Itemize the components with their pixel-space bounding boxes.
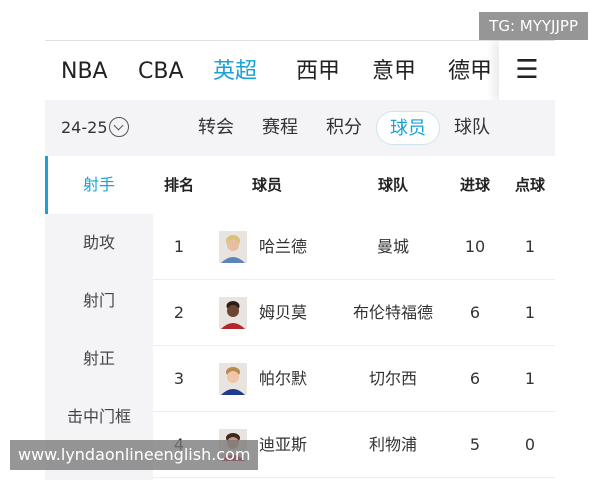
team-cell: 布伦特福德 xyxy=(352,303,433,322)
rank-cell: 2 xyxy=(173,303,185,322)
app-frame: NBA CBA 英超 西甲 意甲 德甲 ☰ 24-25 转会 赛程 积分 球员 … xyxy=(45,40,555,480)
header-player: 球员 xyxy=(251,176,282,194)
player-name[interactable]: 迪亚斯 xyxy=(259,412,307,478)
goals-cell: 6 xyxy=(469,303,481,322)
team-cell: 曼城 xyxy=(376,237,409,256)
stat-category-sidebar: 射手 助攻 射门 射正 击中门框 xyxy=(45,156,153,480)
tab-serie-a[interactable]: 意甲 xyxy=(372,41,416,101)
team-cell: 利物浦 xyxy=(368,435,417,454)
tab-nba[interactable]: NBA xyxy=(61,41,108,101)
penalties-cell: 0 xyxy=(524,435,536,454)
header-goals: 进球 xyxy=(459,176,490,194)
tab-schedule[interactable]: 赛程 xyxy=(255,111,305,145)
category-shots[interactable]: 射门 xyxy=(45,272,153,330)
category-shots-on-target[interactable]: 射正 xyxy=(45,330,153,388)
chevron-down-circle-icon[interactable] xyxy=(109,117,129,137)
player-avatar-icon xyxy=(219,231,247,263)
goals-cell: 5 xyxy=(469,435,481,454)
table-row[interactable]: 3 帕尔默 切尔西 6 1 xyxy=(153,346,555,412)
tab-players[interactable]: 球员 xyxy=(376,111,440,145)
penalties-cell: 1 xyxy=(524,303,536,322)
league-tab-bar: NBA CBA 英超 西甲 意甲 德甲 ☰ xyxy=(45,40,555,101)
tab-teams[interactable]: 球队 xyxy=(447,111,497,145)
tab-standings[interactable]: 积分 xyxy=(319,111,369,145)
header-team: 球队 xyxy=(377,176,408,194)
player-name[interactable]: 帕尔默 xyxy=(259,346,307,412)
goals-cell: 6 xyxy=(469,369,481,388)
penalties-cell: 1 xyxy=(524,237,536,256)
tab-cba[interactable]: CBA xyxy=(138,41,184,101)
team-cell: 切尔西 xyxy=(368,369,417,388)
rank-cell: 3 xyxy=(173,369,185,388)
header-rank: 排名 xyxy=(163,176,194,194)
header-penalties: 点球 xyxy=(514,176,545,194)
category-scorers[interactable]: 射手 xyxy=(45,156,153,214)
player-avatar-icon xyxy=(219,363,247,395)
category-woodwork[interactable]: 击中门框 xyxy=(45,388,153,446)
tab-bundesliga[interactable]: 德甲 xyxy=(448,41,492,101)
watermark-bottom: www.lyndaonlineenglish.com xyxy=(10,440,259,470)
table-row[interactable]: 1 哈兰德 曼城 10 1 xyxy=(153,214,555,280)
watermark-top: TG: MYYJJPP xyxy=(479,12,588,40)
rank-cell: 1 xyxy=(173,237,185,256)
hamburger-menu-icon[interactable]: ☰ xyxy=(499,41,555,101)
player-name[interactable]: 姆贝莫 xyxy=(259,280,307,346)
table-row[interactable]: 2 姆贝莫 布伦特福德 6 1 xyxy=(153,280,555,346)
category-assists[interactable]: 助攻 xyxy=(45,214,153,272)
season-selector-label[interactable]: 24-25 xyxy=(61,100,108,156)
player-stats-table: 排名 球员 球队 进球 点球 1 哈兰德 曼城 10 1 2 姆贝莫 布伦特福德… xyxy=(153,156,555,480)
player-name[interactable]: 哈兰德 xyxy=(259,214,307,280)
tab-premier-league[interactable]: 英超 xyxy=(213,41,257,101)
tab-la-liga[interactable]: 西甲 xyxy=(296,41,340,101)
sub-nav-bar: 24-25 转会 赛程 积分 球员 球队 xyxy=(45,100,555,156)
player-avatar-icon xyxy=(219,297,247,329)
penalties-cell: 1 xyxy=(524,369,536,388)
tab-transfers[interactable]: 转会 xyxy=(191,111,241,145)
goals-cell: 10 xyxy=(464,237,486,256)
